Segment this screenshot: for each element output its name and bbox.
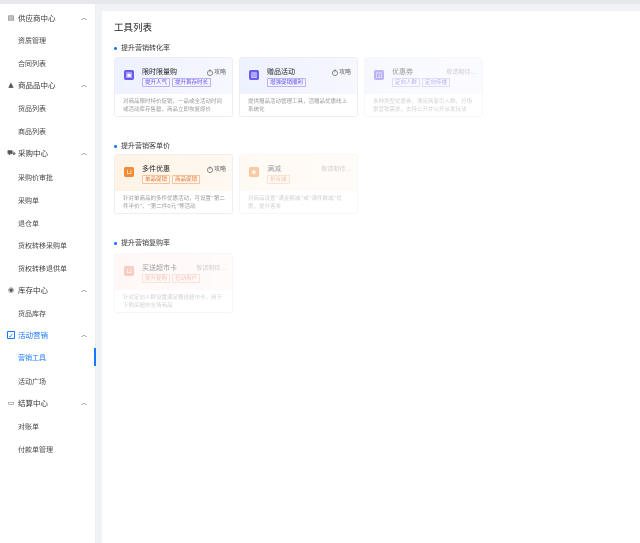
section-title: 提升营销复购率 (114, 238, 170, 248)
sidebar-item-price-approval[interactable]: 采购价审批 (0, 168, 96, 186)
supplier-icon: ▤ (7, 14, 15, 22)
sidebar: ▤ 供应商中心 ︿ 资质管理 合同列表 ▲ 商品品中心 ︿ 货品列表 商品列表 … (0, 4, 96, 543)
product-icon: ▲ (8, 81, 14, 89)
sidebar-item-transfer-purchase[interactable]: 货权转移采购单 (0, 236, 96, 254)
flash-sale-icon: ▣ (124, 70, 134, 80)
guide-link[interactable]: ? 攻略 (206, 67, 226, 76)
tool-card-gift[interactable]: ▥ 赠品活动 ? 攻略 增强促销顺利 提供赠品活动管理工具，活赠品优惠线上系统化 (239, 57, 358, 117)
sidebar-group-settlement[interactable]: ▭ 结算中心 ︿ (0, 395, 96, 411)
sidebar-item-goods-list[interactable]: 货品列表 (0, 99, 96, 117)
tag: 定向传播 (422, 78, 451, 87)
tag: 提升人气 (142, 78, 171, 87)
chevron-up-icon: ︿ (81, 82, 88, 89)
tag: 增强促销顺利 (267, 78, 307, 87)
tag: 定向人群 (392, 78, 421, 87)
guide-link[interactable]: ? 攻略 (331, 67, 351, 76)
inventory-icon: ◉ (7, 286, 15, 294)
sidebar-group-product[interactable]: ▲ 商品品中心 ︿ (0, 77, 96, 93)
sidebar-item-goods-inventory[interactable]: 货品库存 (0, 304, 96, 322)
question-icon: ? (206, 166, 213, 173)
card-description: 针对定向人群设置满足赠送超市卡，用于下购买超市全场商品 (123, 295, 223, 309)
tag: 拉动用户 (172, 274, 201, 283)
tool-card-full-reduction: ◈ 满减 敬请期待... 折合减 对商品设置“满金额减”或“满件数减”优惠，提升… (239, 154, 358, 214)
sidebar-group-purchase[interactable]: ⛟ 采购中心 ︿ (0, 145, 96, 161)
sidebar-item-transfer-return[interactable]: 货权转移退供单 (0, 259, 96, 277)
sidebar-item-purchase-order[interactable]: 采购单 (0, 191, 96, 209)
guide-link[interactable]: ? 攻略 (206, 164, 226, 173)
card-description: 多种类型优惠券，满足商家引入群、分场景营销需求，支持公开并公开派发玩法 (373, 99, 473, 113)
tag: 单品促销 (142, 175, 171, 184)
card-description: 提供赠品活动管理工具，活赠品优惠线上系统化 (248, 99, 348, 113)
tag: 提升首存时长 (172, 78, 212, 87)
sidebar-group-supplier[interactable]: ▤ 供应商中心 ︿ (0, 10, 96, 26)
coupon-icon: ◫ (374, 70, 384, 80)
active-indicator (94, 348, 96, 366)
tool-card-flash-sale[interactable]: ▣ 限时限量购 ? 攻略 提升人气 提升首存时长 对商品限时特价促销，一品或全活动… (114, 57, 233, 117)
question-icon: ? (206, 69, 213, 76)
card-description: 对商品限时特价促销，一品或全活动时间或活动库存售罄，商品立即恢复原价 (123, 99, 223, 113)
chevron-up-icon: ︿ (81, 15, 88, 22)
tag-icon: ◈ (249, 167, 259, 177)
sidebar-item-return-order[interactable]: 退仓单 (0, 214, 96, 232)
basket-icon: ⊔ (124, 167, 134, 177)
tag: 商品促销 (172, 175, 201, 184)
tag: 提升复购 (142, 274, 171, 283)
sidebar-group-inventory[interactable]: ◉ 库存中心 ︿ (0, 282, 96, 298)
marketing-icon: ✓ (7, 331, 15, 340)
question-icon: ? (331, 69, 338, 76)
sidebar-item-activity-square[interactable]: 活动广场 (0, 372, 96, 390)
sidebar-item-payment[interactable]: 付款单管理 (0, 440, 96, 458)
card-description: 对商品设置“满金额减”或“满件数减”优惠，提升客单 (248, 196, 342, 210)
chevron-up-icon: ︿ (81, 150, 88, 157)
tool-card-coupon: ◫ 优惠券 敬请期待... 定向人群 定向传播 多种类型优惠券，满足商家引入群、… (364, 57, 483, 117)
card-description: 针对单商品的多件优惠活动，可设置“第二件半价”、“第二件0元”等活动 (123, 196, 225, 210)
basket-icon: ⊔ (124, 266, 134, 276)
main-panel: 工具列表 提升营销转化率 ▣ 限时限量购 ? 攻略 提升人气 提升首存时长 对商品… (102, 11, 640, 543)
top-bar (0, 0, 640, 4)
section-title: 提升营销转化率 (114, 43, 170, 53)
chevron-up-icon: ︿ (81, 287, 88, 294)
chevron-up-icon: ︿ (81, 400, 88, 407)
settlement-icon: ▭ (7, 399, 15, 407)
sidebar-item-qualification[interactable]: 资质管理 (0, 31, 96, 49)
cart-icon: ⛟ (7, 149, 16, 157)
chevron-up-icon: ︿ (81, 332, 88, 339)
sidebar-item-statement[interactable]: 对账单 (0, 417, 96, 435)
tool-card-multi-discount[interactable]: ⊔ 多件优惠 ? 攻略 单品促销 商品促销 针对单商品的多件优惠活动，可设置“第二… (114, 154, 233, 214)
section-title: 提升营销客单价 (114, 141, 170, 151)
sidebar-group-marketing[interactable]: ✓ 活动营销 ︿ (0, 327, 96, 343)
gift-icon: ▥ (249, 70, 259, 80)
sidebar-item-marketing-tools[interactable]: 营销工具 (0, 348, 96, 366)
sidebar-item-contracts[interactable]: 合同列表 (0, 54, 96, 72)
tag: 折合减 (267, 175, 290, 184)
sidebar-item-product-list[interactable]: 商品列表 (0, 122, 96, 140)
tool-card-supermarket-card: ⊔ 买送超市卡 敬请期待... 提升复购 拉动用户 针对定向人群设置满足赠送超市… (114, 253, 233, 313)
page-title: 工具列表 (114, 23, 153, 34)
